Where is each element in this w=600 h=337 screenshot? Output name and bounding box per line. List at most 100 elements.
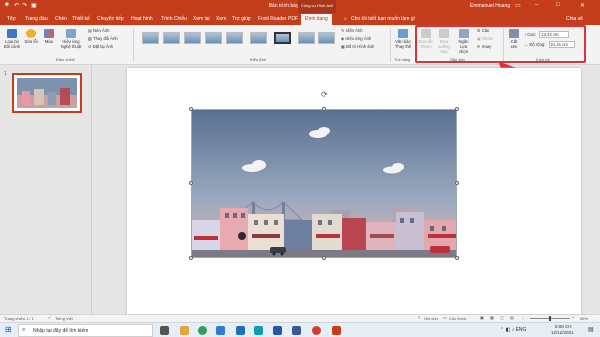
slide-sorter-icon[interactable]: ▦ — [490, 315, 494, 320]
picture-style-3[interactable] — [184, 32, 201, 44]
corrections-icon — [26, 29, 36, 38]
slide-canvas[interactable]: ⟳ — [127, 68, 581, 316]
slide-thumbnail-image — [17, 78, 77, 108]
slide-info: Trang chiếu 1 / 1 — [4, 316, 34, 321]
comments-button[interactable]: Chú thích — [449, 316, 466, 321]
picture-border-button[interactable]: ✎ Viền Ảnh — [341, 28, 363, 33]
clock-time[interactable]: 5:08 CH — [555, 324, 572, 329]
tab-help[interactable]: Trợ giúp — [232, 16, 251, 22]
tab-review[interactable]: Xem lại — [193, 16, 210, 22]
share-button[interactable]: Chia sẻ — [566, 16, 583, 22]
tab-file[interactable]: Tệp — [7, 16, 16, 22]
color-icon — [44, 29, 54, 38]
opera-icon[interactable] — [312, 326, 321, 335]
rotate-handle-icon[interactable]: ⟳ — [321, 90, 328, 99]
user-name[interactable]: Emmanuel Hoang — [470, 3, 510, 9]
notes-button[interactable]: Ghi chú — [424, 316, 438, 321]
compress-button[interactable]: ▤ Nén Ảnh — [88, 28, 109, 33]
slideshow-icon[interactable]: ▤ — [510, 315, 514, 320]
powerpoint-icon[interactable] — [332, 326, 341, 335]
tab-format[interactable]: Định dạng — [301, 14, 332, 25]
reading-view-icon[interactable]: ▢ — [500, 315, 504, 320]
zoom-level[interactable]: 56% — [580, 316, 588, 321]
notifications-icon[interactable]: ▤ — [588, 326, 594, 333]
word-icon[interactable] — [273, 326, 282, 335]
artistic-effects-icon — [66, 29, 76, 38]
resize-handle-n[interactable] — [322, 107, 326, 111]
tab-foxit[interactable]: Foxit Reader PDF — [258, 16, 298, 22]
picture-style-4[interactable] — [205, 32, 222, 44]
highlight-box — [415, 25, 586, 63]
language[interactable]: Tiếng Việt — [55, 316, 73, 321]
alt-text-button[interactable]: Văn bản Thay thế — [393, 29, 413, 49]
notes-icon[interactable]: ≡ — [418, 315, 420, 320]
resize-handle-w[interactable] — [189, 181, 193, 185]
zoom-slider-thumb[interactable] — [549, 316, 551, 321]
facebook-icon[interactable] — [292, 326, 301, 335]
styles-group-label: Kiểu Ảnh — [250, 57, 267, 62]
slide-thumbnail[interactable] — [12, 73, 82, 113]
tab-slideshow[interactable]: Trình Chiếu — [161, 16, 187, 22]
tab-animations[interactable]: Hoạt hình — [131, 16, 153, 22]
normal-view-icon[interactable]: ▣ — [480, 315, 484, 320]
lightbulb-icon: ☼ — [343, 16, 348, 22]
zoom-out-icon[interactable]: – — [522, 315, 524, 320]
store-icon[interactable] — [254, 326, 263, 335]
tab-insert[interactable]: Chèn — [55, 16, 67, 22]
color-button[interactable]: Màu — [42, 29, 56, 44]
reset-picture-button[interactable]: ↺ Đặt lại Ảnh — [88, 44, 113, 49]
minimize-icon[interactable]: – — [535, 2, 538, 8]
resize-handle-nw[interactable] — [189, 107, 193, 111]
ribbon-tabs: Tệp Trang đầu Chèn Thiết kế Chuyển tiếp … — [0, 13, 600, 25]
picture-style-6[interactable] — [250, 32, 267, 44]
city-illustration-picture[interactable] — [191, 109, 457, 258]
picture-style-1[interactable] — [142, 32, 159, 44]
change-picture-button[interactable]: ▧ Thay đổi Ảnh — [88, 36, 118, 41]
comments-icon[interactable]: ▭ — [443, 315, 447, 320]
proofing-icon[interactable]: ✓ — [48, 315, 51, 320]
divider — [390, 28, 391, 62]
windows-start-icon[interactable]: ⊞ — [5, 325, 12, 334]
resize-handle-se[interactable] — [455, 256, 459, 260]
taskbar-search[interactable]: ⌕ Nhập tại đây để tìm kiếm — [18, 324, 153, 337]
picture-style-8[interactable] — [298, 32, 315, 44]
resize-handle-sw[interactable] — [189, 256, 193, 260]
slide-number: 1 — [4, 71, 7, 77]
remove-background-icon — [7, 29, 17, 38]
picture-style-7[interactable] — [274, 32, 291, 44]
contextual-tab-group: Công cụ Hình ảnh — [298, 0, 336, 13]
picture-style-9[interactable] — [318, 32, 335, 44]
resize-handle-s[interactable] — [322, 256, 326, 260]
edge-icon[interactable] — [216, 326, 225, 335]
corrections-button[interactable]: Sửa lỗi — [24, 29, 38, 44]
file-explorer-icon[interactable] — [180, 326, 189, 335]
picture-style-5[interactable] — [226, 32, 243, 44]
zoom-in-icon[interactable]: + — [572, 315, 574, 320]
chrome-icon[interactable] — [198, 326, 207, 335]
picture-effects-button[interactable]: ◈ Hiệu ứng Ảnh — [341, 36, 371, 41]
tab-design[interactable]: Thiết kế — [72, 16, 90, 22]
clock-date[interactable]: 12/12/2021 — [551, 330, 574, 335]
system-tray-icons[interactable]: ⌃ ◧ ♪ ENG — [500, 327, 526, 333]
maximize-icon[interactable]: □ — [556, 2, 560, 8]
tab-view[interactable]: Xem — [216, 16, 226, 22]
tell-me-box[interactable]: Cho tôi biết bạn muốn làm gì — [351, 16, 415, 22]
picture-layout-button[interactable]: ▦ Bố trí Hình ảnh — [341, 44, 374, 49]
tab-home[interactable]: Trang đầu — [25, 16, 48, 22]
artistic-effects-button[interactable]: Hiệu ứng Nghệ thuật — [60, 29, 82, 49]
status-bar: Trang chiếu 1 / 1 ✓ Tiếng Việt ≡ Ghi chú… — [0, 314, 600, 322]
tab-transitions[interactable]: Chuyển tiếp — [97, 16, 124, 22]
resize-handle-e[interactable] — [455, 181, 459, 185]
picture-style-2[interactable] — [163, 32, 180, 44]
resize-handle-ne[interactable] — [455, 107, 459, 111]
divider — [133, 28, 134, 62]
close-icon[interactable]: ✕ — [580, 2, 585, 9]
remove-background-button[interactable]: Loại bỏ Bối cảnh — [3, 29, 21, 49]
title-bar: ■ ↶ ↷ ▣ Bản trình bày1 - PowerPoint Công… — [0, 0, 600, 13]
adjust-group-label: Điều chỉnh — [56, 57, 75, 62]
search-placeholder: Nhập tại đây để tìm kiếm — [33, 328, 89, 334]
alt-text-icon — [398, 29, 408, 38]
task-view-icon[interactable] — [160, 326, 169, 335]
mail-icon[interactable] — [236, 326, 245, 335]
ribbon-display-icon[interactable]: ▭ — [515, 2, 521, 9]
